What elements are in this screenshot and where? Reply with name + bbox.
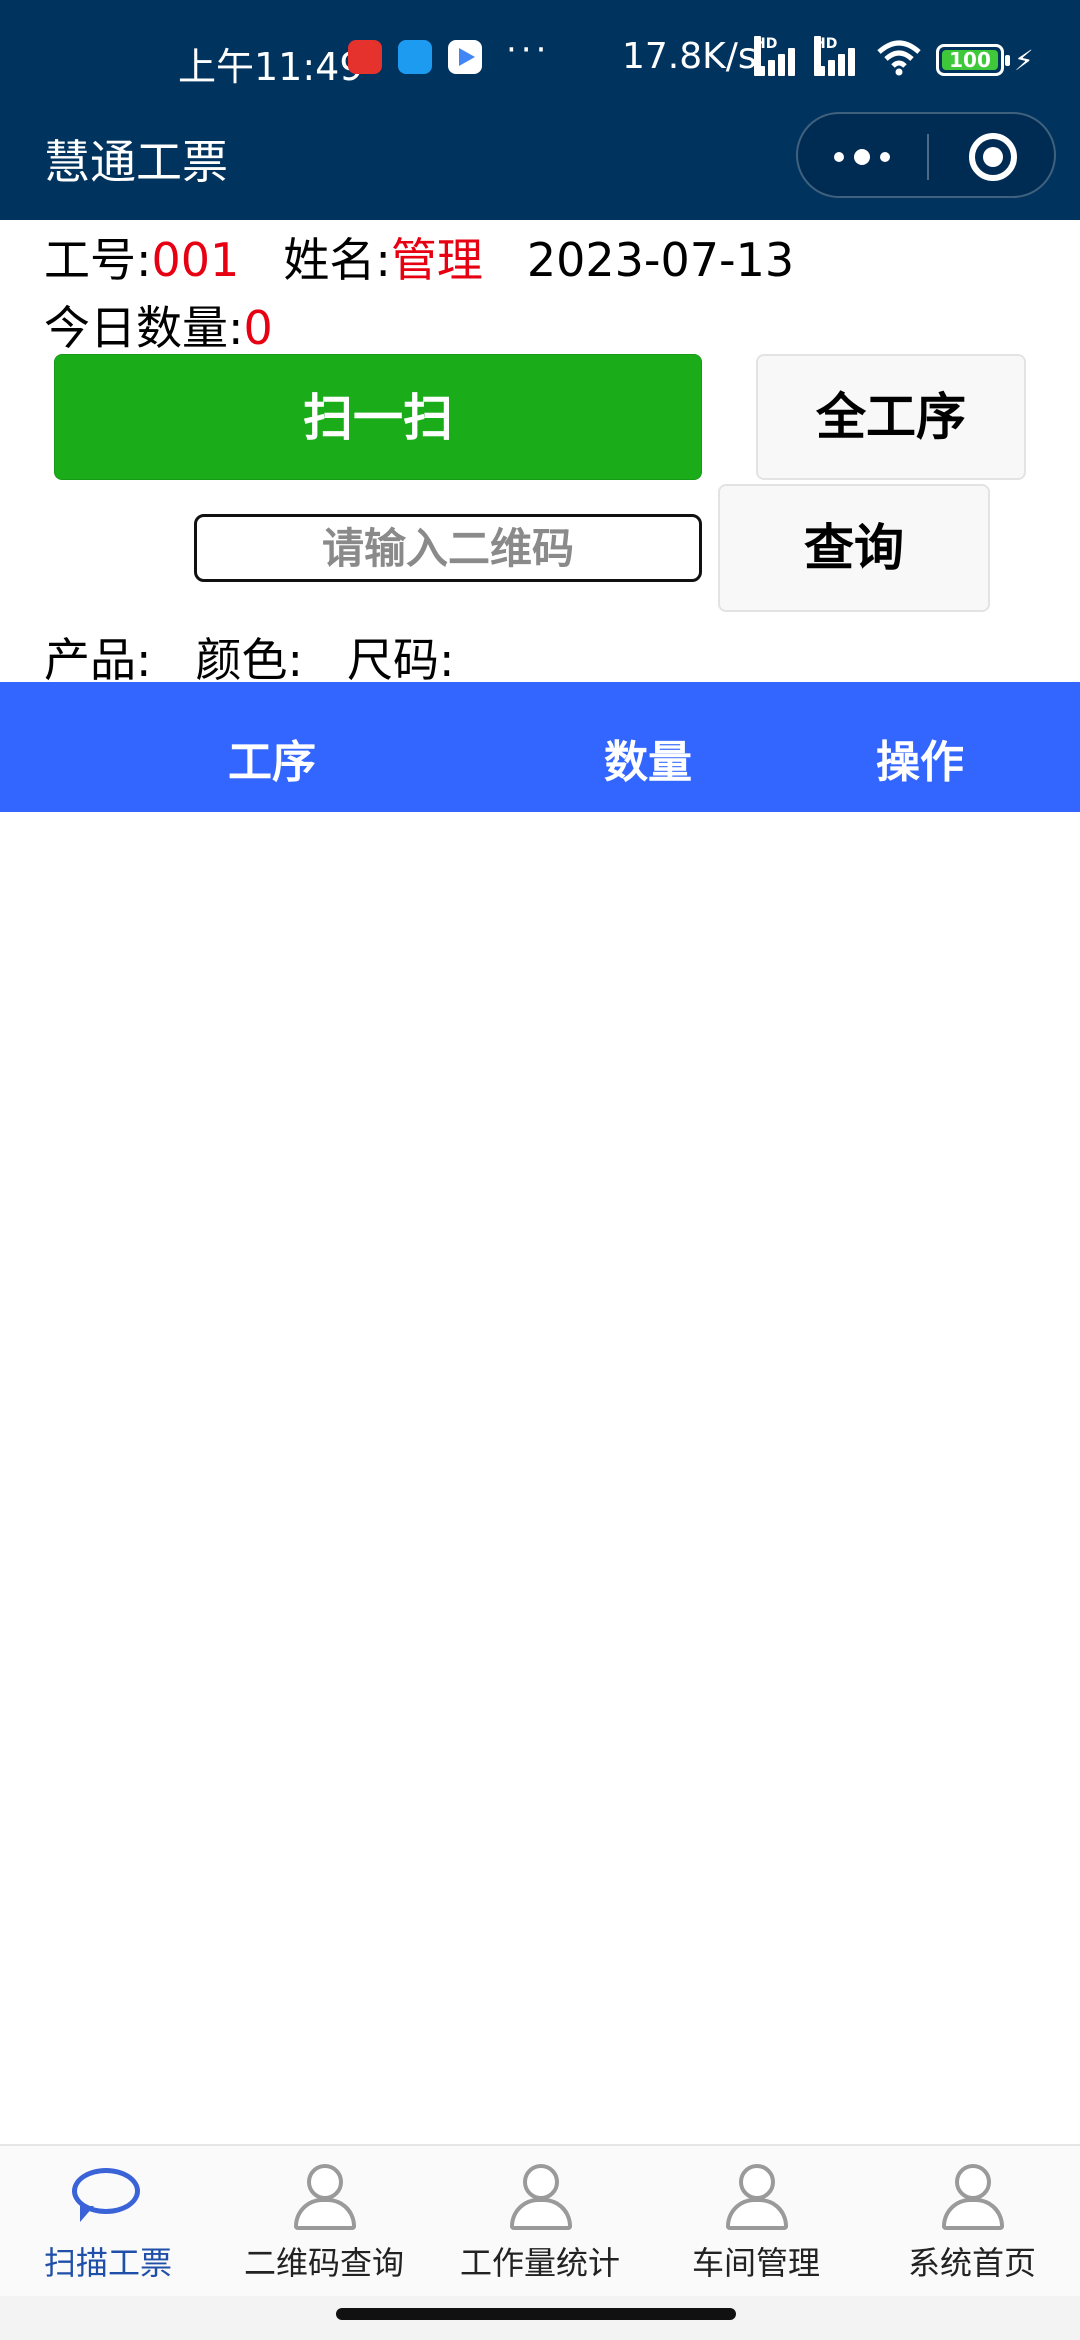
- more-notifications-icon: ···: [506, 30, 551, 70]
- play-app-icon: [448, 40, 482, 74]
- name-label: 姓名:: [283, 233, 391, 287]
- query-button[interactable]: 查询: [718, 484, 990, 612]
- more-menu-icon[interactable]: [834, 142, 894, 172]
- wifi-icon: [877, 40, 921, 76]
- size-label: 尺码:: [347, 633, 455, 687]
- color-label: 颜色:: [195, 633, 304, 687]
- product-label: 产品:: [44, 633, 152, 687]
- column-header-quantity: 数量: [604, 737, 692, 788]
- top-bar: 上午11:49 ··· 17.8K/s HD HD 100 ⚡ 慧通工票: [0, 0, 1080, 220]
- person-icon: [942, 2164, 1004, 2230]
- close-mini-program-icon[interactable]: [969, 133, 1017, 181]
- tab-label: 二维码查询: [243, 2244, 404, 2282]
- today-qty-label: 今日数量:: [44, 301, 244, 355]
- capsule-divider: [927, 134, 929, 180]
- tab-system-home[interactable]: 系统首页: [864, 2146, 1080, 2298]
- person-icon: [510, 2164, 572, 2230]
- bottom-tab-bar: 扫描工票 二维码查询 工作量统计 车间管理 系统首页: [0, 2144, 1080, 2296]
- name-value: 管理: [390, 233, 483, 287]
- signal-icon-2: HD: [814, 36, 864, 76]
- worker-id-label: 工号:: [44, 233, 152, 287]
- chat-bubble-icon: [72, 2168, 140, 2222]
- worker-info-row: 工号:001 姓名:管理 2023-07-13: [44, 224, 794, 290]
- network-speed: 17.8K/s: [622, 36, 757, 77]
- signal-icon: HD: [754, 36, 804, 76]
- page-title: 慧通工票: [44, 135, 228, 189]
- today-qty-row: 今日数量:0: [44, 292, 273, 358]
- tab-label: 系统首页: [907, 2244, 1036, 2282]
- person-icon: [726, 2164, 788, 2230]
- date-value: 2023-07-13: [526, 233, 795, 287]
- all-process-button[interactable]: 全工序: [756, 354, 1026, 480]
- scan-button[interactable]: 扫一扫: [54, 354, 702, 480]
- battery-level: 100: [942, 50, 998, 70]
- column-header-operation: 操作: [876, 737, 964, 788]
- worker-id-value: 001: [151, 233, 240, 287]
- tab-scan-ticket[interactable]: 扫描工票: [0, 2146, 216, 2298]
- qr-code-input[interactable]: [194, 514, 702, 582]
- tab-workload-stats[interactable]: 工作量统计: [432, 2146, 648, 2298]
- product-info-row: 产品: 颜色: 尺码:: [44, 624, 455, 690]
- message-app-icon: [398, 40, 432, 74]
- tab-label: 车间管理: [691, 2244, 820, 2282]
- person-icon: [294, 2164, 356, 2230]
- today-qty-value: 0: [243, 301, 273, 355]
- mini-program-capsule: [796, 112, 1056, 198]
- tab-workshop-management[interactable]: 车间管理: [648, 2146, 864, 2298]
- process-table-header: 工序 数量 操作: [0, 682, 1080, 812]
- battery-icon: 100: [936, 44, 1010, 76]
- tab-label: 扫描工票: [43, 2244, 172, 2282]
- tmall-app-icon: [348, 40, 382, 74]
- status-time: 上午11:49: [178, 45, 364, 89]
- column-header-process: 工序: [228, 737, 316, 788]
- home-indicator[interactable]: [336, 2308, 736, 2320]
- tab-label: 工作量统计: [459, 2244, 620, 2282]
- charging-icon: ⚡: [1014, 44, 1034, 77]
- app-root: 上午11:49 ··· 17.8K/s HD HD 100 ⚡ 慧通工票 工号:…: [0, 0, 1080, 2340]
- tab-qr-query[interactable]: 二维码查询: [216, 2146, 432, 2298]
